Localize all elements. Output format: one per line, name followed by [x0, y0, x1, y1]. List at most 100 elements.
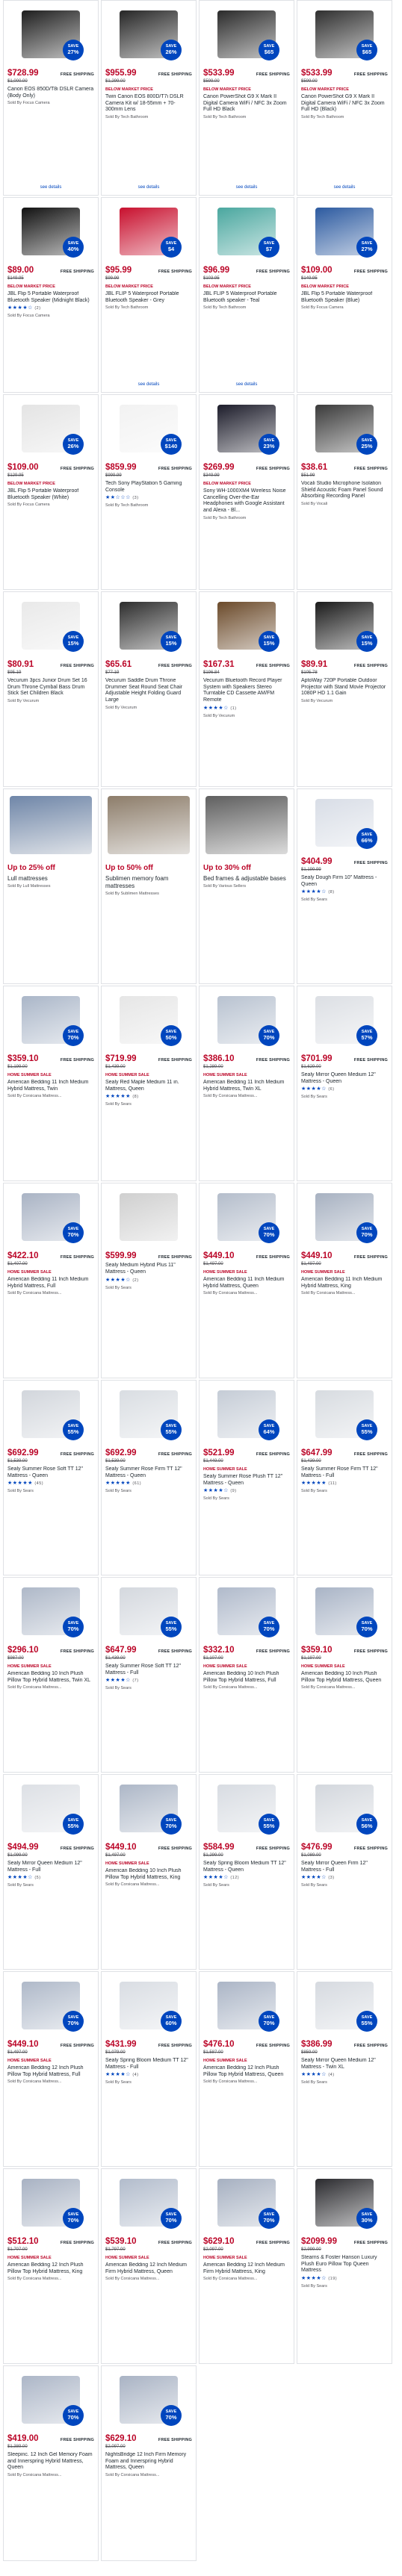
product-card[interactable]: SAVE 70% $629.10 FREE SHIPPING $2,097.00 Nigh… — [101, 2365, 197, 2561]
product-title-link[interactable]: Sealy Mirror Queen Medium 12" Mattress -… — [301, 2058, 388, 2071]
product-image-wrap[interactable]: SAVE 23% — [203, 398, 290, 459]
product-title-link[interactable]: JBL FLIP 5 Waterproof Portable Bluetooth… — [105, 291, 192, 305]
product-image-wrap[interactable]: SAVE 55% — [301, 1384, 388, 1445]
product-title-link[interactable]: Sealy Summer Rose Firm TT 12" Mattress -… — [301, 1466, 388, 1480]
product-card[interactable]: SAVE $65 $533.99 FREE SHIPPING $599.00 BELOW … — [199, 0, 294, 196]
product-card[interactable]: SAVE 70% $476.10 FREE SHIPPING $1,587.00 HOME… — [199, 1971, 294, 2167]
product-title-link[interactable]: Sealy Red Maple Medium 11 in. Mattress, … — [105, 1080, 192, 1093]
product-title-link[interactable]: JBL Flip 5 Portable Waterproof Bluetooth… — [7, 291, 94, 305]
product-image-wrap[interactable]: SAVE 70% — [203, 1975, 290, 2036]
product-image-wrap[interactable]: SAVE 40% — [7, 201, 94, 262]
product-card[interactable]: SAVE 70% $449.10 FREE SHIPPING $1,497.00 HOME… — [199, 1183, 294, 1378]
product-card[interactable]: SAVE 55% $386.99 FREE SHIPPING $859.00 Sealy … — [297, 1971, 392, 2167]
product-image-wrap[interactable]: SAVE 70% — [105, 1778, 192, 1839]
product-card[interactable]: SAVE $65 $533.99 FREE SHIPPING $599.00 BELOW … — [297, 0, 392, 196]
product-title-link[interactable]: Sony WH-1000XM4 Wireless Noise Cancellin… — [203, 488, 290, 514]
product-image-wrap[interactable]: SAVE 56% — [301, 1778, 388, 1839]
category-card[interactable]: Up to 25% off Lull mattresses Sold By Lull… — [3, 788, 99, 984]
product-image-wrap[interactable]: SAVE 70% — [105, 2369, 192, 2430]
product-image-wrap[interactable]: SAVE $65 — [301, 4, 388, 65]
product-image-wrap[interactable]: SAVE $4 — [105, 201, 192, 262]
product-image-wrap[interactable]: SAVE 66% — [301, 792, 388, 853]
product-image-wrap[interactable]: SAVE 30% — [301, 2172, 388, 2233]
product-title-link[interactable]: Sealy Dough Firm 10" Mattress - Queen — [301, 875, 388, 889]
product-title-link[interactable]: Canon EOS 850D/T8i DSLR Camera (Body Onl… — [7, 87, 94, 100]
product-image-wrap[interactable]: SAVE 55% — [203, 1778, 290, 1839]
product-title-link[interactable]: Sealy Summer Rose Soft TT 12" Mattress -… — [7, 1466, 94, 1480]
category-card[interactable]: Up to 50% off Sublimen memory foam mattre… — [101, 788, 197, 984]
product-title-link[interactable]: Sealy Summer Rose Plush TT 12" Mattress … — [203, 1474, 290, 1487]
product-image-wrap[interactable]: SAVE 55% — [7, 1778, 94, 1839]
product-card[interactable]: SAVE 70% $512.10 FREE SHIPPING $1,707.00 HOME… — [3, 2168, 99, 2364]
product-card[interactable]: SAVE 50% $719.99 FREE SHIPPING $1,439.00 HOME… — [101, 986, 197, 1181]
category-image-adjustable-bed-cat[interactable] — [205, 796, 288, 854]
category-image-wrap[interactable] — [7, 792, 94, 858]
product-card[interactable]: SAVE 27% $109.00 FREE SHIPPING $149.95 BELOW … — [297, 197, 392, 393]
product-title-link[interactable]: American Bedding 10 Inch Plush Pillow To… — [301, 1671, 388, 1684]
product-title-link[interactable]: American Bedding 12 Inch Plush Pillow To… — [7, 2262, 94, 2276]
product-card[interactable]: SAVE $140 $859.99 FREE SHIPPING $999.99 Tech … — [101, 394, 197, 590]
product-card[interactable]: SAVE 70% $386.10 FREE SHIPPING $1,289.00 HOME… — [199, 986, 294, 1181]
product-title-link[interactable]: American Bedding 12 Inch Medium Firm Hyb… — [105, 2262, 192, 2276]
product-card[interactable]: SAVE 27% $728.99 FREE SHIPPING $1,000.00 Cano… — [3, 0, 99, 196]
product-card[interactable]: SAVE 26% $955.99 FREE SHIPPING $1,299.00 BELO… — [101, 0, 197, 196]
product-title-link[interactable]: American Bedding 11 Inch Medium Hybrid M… — [203, 1080, 290, 1093]
product-card[interactable]: SAVE 70% $332.10 FREE SHIPPING $1,107.00 HOME… — [199, 1577, 294, 1773]
see-details-link[interactable]: see details — [297, 185, 392, 191]
product-image-wrap[interactable]: SAVE 70% — [7, 1975, 94, 2036]
category-title-link[interactable]: Lull mattresses — [7, 875, 94, 883]
product-card[interactable]: SAVE 55% $647.99 FREE SHIPPING $1,439.00 Seal… — [297, 1380, 392, 1575]
product-card[interactable]: SAVE 70% $359.10 FREE SHIPPING $1,197.00 HOME… — [297, 1577, 392, 1773]
product-image-wrap[interactable]: SAVE 25% — [301, 398, 388, 459]
product-title-link[interactable]: American Bedding 11 Inch Medium Hybrid M… — [301, 1277, 388, 1290]
product-title-link[interactable]: Vecurum 3pcs Junior Drum Set 16 Drum Thr… — [7, 678, 94, 697]
product-title-link[interactable]: Tech Sony PlayStation 5 Gaming Console — [105, 481, 192, 494]
product-title-link[interactable]: American Bedding 11 Inch Medium Hybrid M… — [203, 1277, 290, 1290]
product-image-wrap[interactable]: SAVE 26% — [105, 4, 192, 65]
product-card[interactable]: SAVE 15% $65.61 FREE SHIPPING $77.19 Vecurum … — [101, 591, 197, 787]
product-card[interactable]: SAVE 70% $422.10 FREE SHIPPING $1,407.00 HOME… — [3, 1183, 99, 1378]
product-title-link[interactable]: American Bedding 11 Inch Medium Hybrid M… — [7, 1080, 94, 1093]
product-card[interactable]: $599.99 FREE SHIPPING Sealy Medium Hybrid … — [101, 1183, 197, 1378]
product-image-wrap[interactable] — [105, 1186, 192, 1248]
product-card[interactable]: SAVE 55% $647.99 FREE SHIPPING $1,439.00 Seal… — [101, 1577, 197, 1773]
product-image-wrap[interactable]: SAVE 27% — [301, 201, 388, 262]
product-title-link[interactable]: Sealy Medium Hybrid Plus 11" Mattress - … — [105, 1263, 192, 1276]
product-card[interactable]: SAVE 55% $494.99 FREE SHIPPING $1,099.00 Seal… — [3, 1774, 99, 1970]
product-title-link[interactable]: NightsBridge 12 Inch Firm Memory Foam an… — [105, 2452, 192, 2471]
product-title-link[interactable]: American Bedding 12 Inch Plush Pillow To… — [7, 2065, 94, 2079]
product-title-link[interactable]: American Bedding 10 Inch Plush Pillow To… — [105, 1868, 192, 1882]
product-image-wrap[interactable]: SAVE 64% — [203, 1384, 290, 1445]
product-card[interactable]: SAVE 55% $692.99 FREE SHIPPING $1,539.00 Seal… — [101, 1380, 197, 1575]
product-image-wrap[interactable]: SAVE 70% — [203, 2172, 290, 2233]
product-image-wrap[interactable]: SAVE 60% — [105, 1975, 192, 2036]
product-image-wrap[interactable]: SAVE 70% — [7, 1581, 94, 1642]
product-title-link[interactable]: Sealy Mirror Queen Medium 12" Mattress -… — [7, 1861, 94, 1874]
product-image-wrap[interactable]: SAVE 55% — [105, 1384, 192, 1445]
product-image-wrap[interactable]: SAVE $65 — [203, 4, 290, 65]
category-title-link[interactable]: Bed frames & adjustable bases — [203, 875, 290, 883]
product-image-wrap[interactable]: SAVE $7 — [203, 201, 290, 262]
product-image-wrap[interactable]: SAVE 26% — [7, 398, 94, 459]
product-title-link[interactable]: Sleepinc. 12 Inch Gel Memory Foam and In… — [7, 2452, 94, 2471]
product-title-link[interactable]: Vecurum Bluetooth Record Player System w… — [203, 678, 290, 704]
product-card[interactable]: SAVE 15% $167.31 FREE SHIPPING $196.84 Vecuru… — [199, 591, 294, 787]
product-title-link[interactable]: JBL Flip 5 Portable Waterproof Bluetooth… — [7, 488, 94, 502]
product-card[interactable]: SAVE 15% $80.91 FREE SHIPPING $95.19 Vecurum … — [3, 591, 99, 787]
product-card[interactable]: SAVE 70% $449.10 FREE SHIPPING $1,497.00 HOME… — [3, 1971, 99, 2167]
product-title-link[interactable]: American Bedding 11 Inch Medium Hybrid M… — [7, 1277, 94, 1290]
product-title-link[interactable]: Twin Canon EOS 800D/T7i DSLR Camera Kit … — [105, 94, 192, 113]
product-title-link[interactable]: American Bedding 12 Inch Plush Pillow To… — [203, 2065, 290, 2079]
product-image-wrap[interactable]: SAVE 70% — [105, 2172, 192, 2233]
product-card[interactable]: SAVE 57% $701.99 FREE SHIPPING $1,629.00 Seal… — [297, 986, 392, 1181]
product-image-wrap[interactable]: SAVE 70% — [203, 1581, 290, 1642]
product-card[interactable]: SAVE 26% $109.00 FREE SHIPPING $129.95 BELOW … — [3, 394, 99, 590]
product-card[interactable]: SAVE 55% $584.99 FREE SHIPPING $1,299.00 Seal… — [199, 1774, 294, 1970]
category-card[interactable]: Up to 30% off Bed frames & adjustable bas… — [199, 788, 294, 984]
product-card[interactable]: SAVE 40% $89.00 FREE SHIPPING $149.95 BELOW M… — [3, 197, 99, 393]
see-details-link[interactable]: see details — [102, 185, 196, 191]
product-title-link[interactable]: Sealy Mirror Queen Medium 12" Mattress -… — [301, 1072, 388, 1086]
product-card[interactable]: SAVE $7 $96.99 FREE SHIPPING $103.95 BELOW MA… — [199, 197, 294, 393]
see-details-link[interactable]: see details — [4, 185, 98, 191]
product-card[interactable]: SAVE 60% $431.99 FREE SHIPPING $1,079.00 Seal… — [101, 1971, 197, 2167]
